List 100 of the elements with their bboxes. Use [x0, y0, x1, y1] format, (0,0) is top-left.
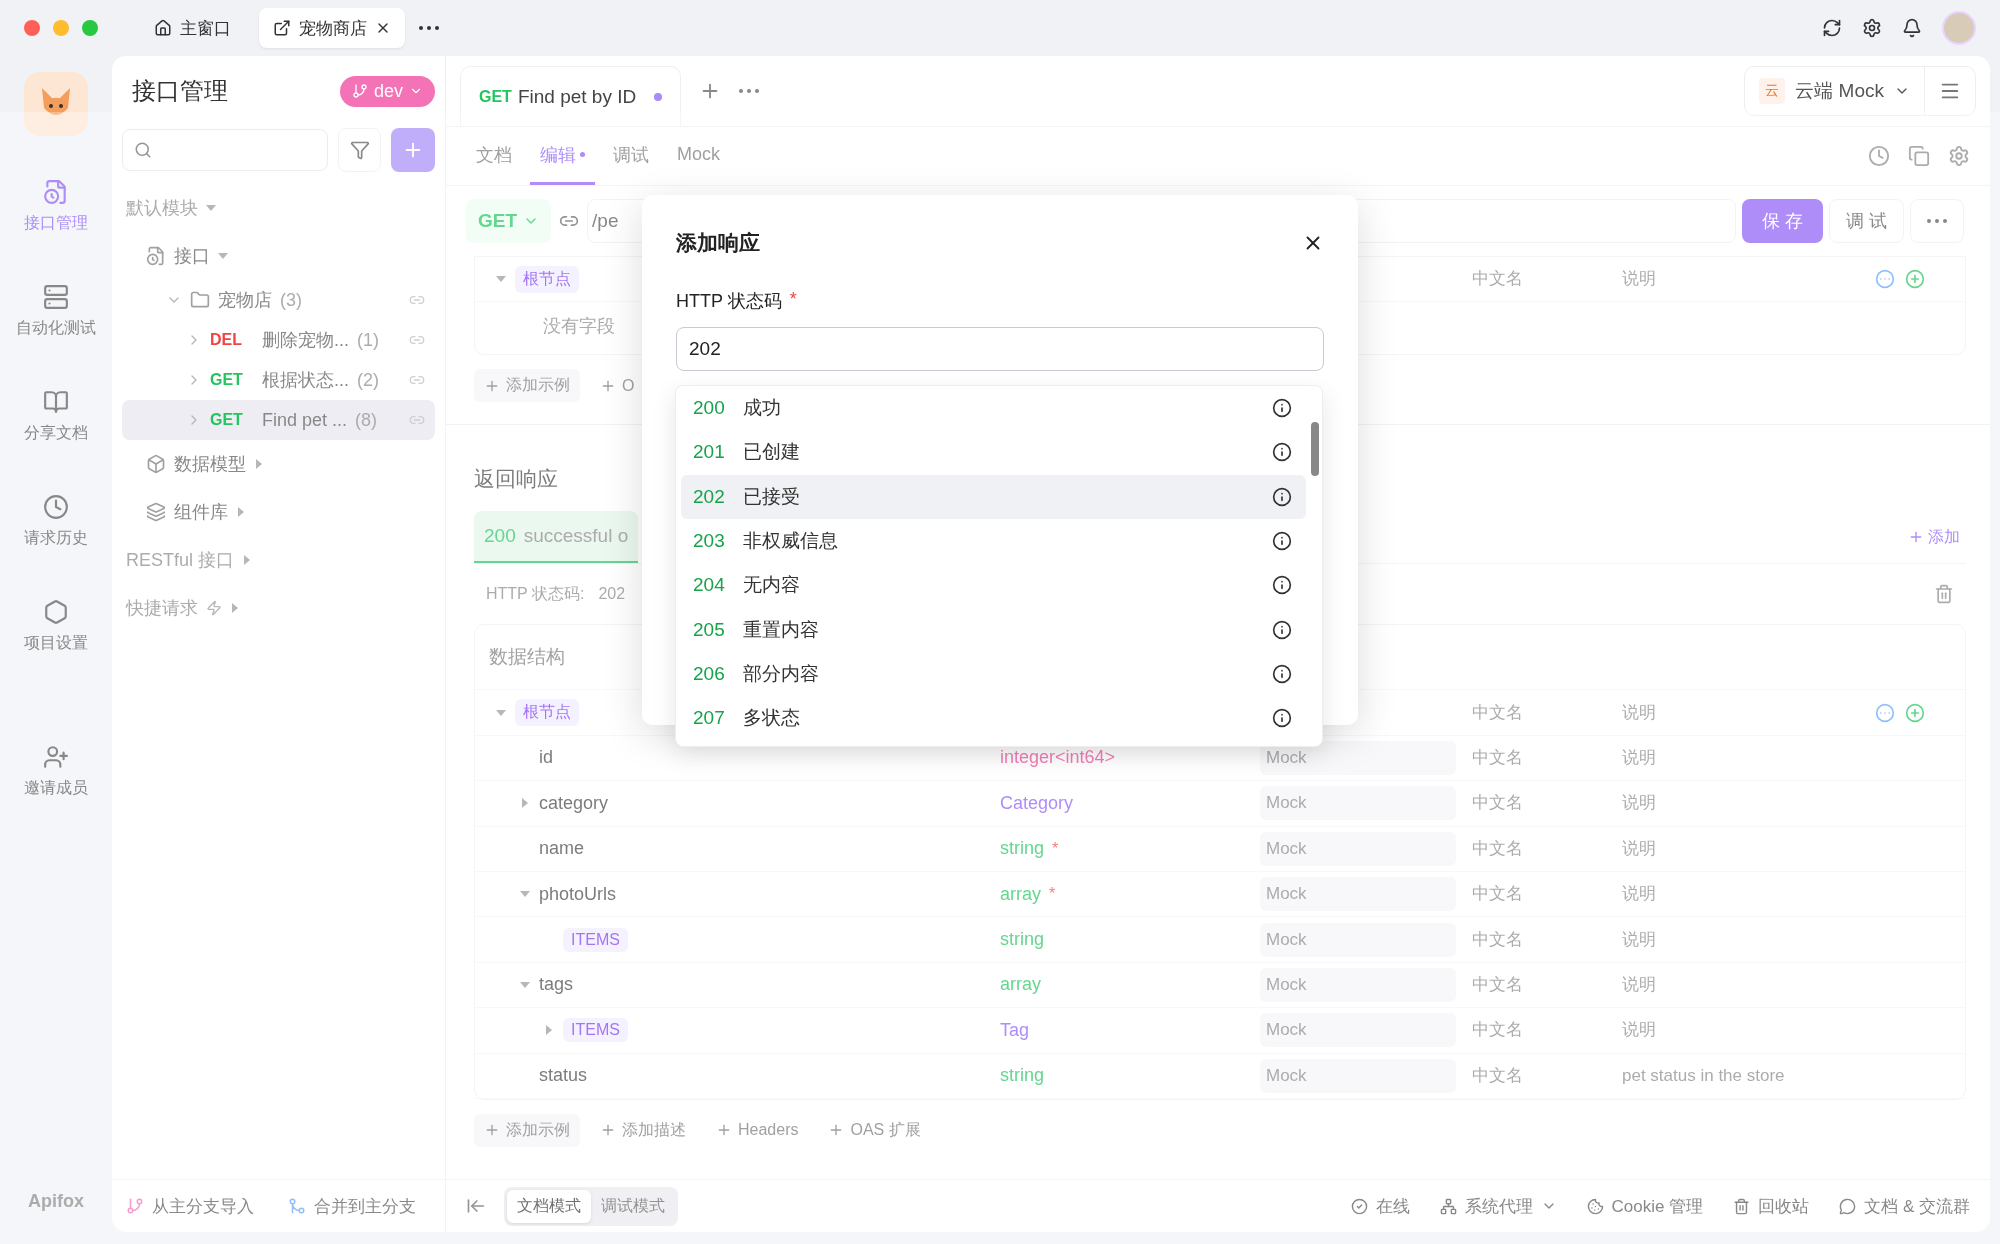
caret-icon[interactable] — [520, 891, 530, 898]
dropdown-option[interactable]: 206 部分内容 — [681, 651, 1306, 697]
rail-item[interactable]: 邀请成员 — [18, 719, 94, 824]
branch-action[interactable]: 从主分支导入 — [126, 1194, 254, 1218]
branch-action[interactable]: 合并到主分支 — [288, 1194, 416, 1218]
description-field[interactable]: 说明 — [1620, 973, 1879, 996]
info-icon[interactable] — [1272, 486, 1292, 507]
rail-item[interactable]: 自动化测试 — [10, 259, 102, 364]
more-icon[interactable] — [419, 26, 439, 30]
tab[interactable]: 文档 — [466, 127, 522, 185]
info-icon[interactable] — [1272, 531, 1292, 552]
info-icon[interactable] — [1272, 398, 1292, 419]
info-icon[interactable] — [1272, 619, 1292, 640]
tree-label[interactable]: 数据模型 — [174, 452, 246, 476]
add-icon[interactable] — [1905, 269, 1925, 290]
window-tab[interactable]: 宠物商店 — [259, 8, 405, 48]
tab[interactable]: 调试 — [603, 127, 659, 185]
debug-button[interactable]: 调 试 — [1829, 199, 1904, 243]
description-field[interactable]: 说明 — [1620, 837, 1879, 860]
info-icon[interactable] — [1272, 663, 1292, 684]
mode-toggle[interactable]: 调试模式 — [591, 1189, 675, 1223]
info-icon[interactable] — [1272, 708, 1292, 729]
branch-select[interactable]: dev — [339, 75, 435, 107]
mock-field[interactable]: Mock — [1260, 922, 1456, 957]
add-response-link[interactable]: 添加 — [1902, 525, 1966, 549]
description-field[interactable]: 说明 — [1620, 701, 1879, 724]
description-field[interactable]: 说明 — [1620, 746, 1879, 769]
mock-field[interactable]: Mock — [1260, 877, 1456, 912]
scrollbar-thumb[interactable] — [1311, 422, 1319, 476]
description-field[interactable]: 说明 — [1620, 928, 1879, 951]
caret-icon[interactable] — [218, 253, 228, 259]
dropdown-option[interactable]: 202 已接受 — [681, 474, 1306, 519]
caret-icon[interactable] — [522, 798, 528, 809]
search-field[interactable] — [122, 129, 328, 171]
tree-label[interactable]: 接口 — [174, 244, 210, 268]
caret-icon[interactable] — [546, 1025, 552, 1036]
dropdown-option[interactable]: 200 成功 — [681, 386, 1306, 431]
dropdown-option[interactable]: 207 多状态 — [681, 696, 1306, 741]
settings-icon[interactable] — [1862, 18, 1882, 38]
caret-icon[interactable] — [232, 603, 238, 613]
mock-field[interactable]: Mock — [1260, 786, 1456, 821]
caret-icon[interactable] — [520, 981, 530, 988]
rail-item[interactable]: 分享文档 — [18, 364, 94, 469]
rail-item[interactable]: 项目设置 — [18, 574, 94, 679]
bell-icon[interactable] — [1902, 18, 1922, 38]
add-action[interactable]: OAS 扩展 — [818, 1113, 931, 1147]
status-code-field[interactable]: 202 — [676, 327, 1324, 371]
save-button[interactable]: 保 存 — [1741, 199, 1823, 243]
rail-item[interactable]: 接口管理 — [18, 154, 94, 259]
refresh-icon[interactable] — [1822, 18, 1842, 38]
dropdown-option[interactable]: 203 非权威信息 — [681, 518, 1306, 564]
endpoint-item[interactable]: GET 根据状态... (2) — [122, 360, 435, 400]
collapse-icon[interactable] — [466, 1196, 486, 1216]
avatar[interactable] — [1942, 11, 1976, 45]
rail-item[interactable]: 请求历史 — [18, 469, 94, 574]
tree-label[interactable]: 组件库 — [174, 500, 228, 524]
info-icon[interactable] — [1272, 575, 1292, 596]
caret-icon[interactable] — [206, 205, 216, 211]
dropdown-option[interactable]: 201 已创建 — [681, 430, 1306, 475]
filter-button[interactable] — [337, 128, 382, 172]
info-icon[interactable] — [1272, 442, 1292, 463]
endpoint-item[interactable]: GET Find pet ... (8) — [122, 400, 435, 440]
description-field[interactable]: 说明 — [1620, 792, 1879, 815]
add-action[interactable]: 添加描述 — [590, 1113, 696, 1147]
caret-icon[interactable] — [496, 709, 506, 716]
description-field[interactable]: 说明 — [1620, 883, 1879, 906]
tab[interactable]: 编辑 — [530, 127, 595, 185]
description-field[interactable]: 说明 — [1620, 1019, 1879, 1042]
dropdown-option[interactable]: 204 无内容 — [681, 563, 1306, 608]
clock-icon[interactable] — [1868, 145, 1890, 167]
tree-label[interactable]: 宠物店 — [218, 288, 272, 312]
description-field[interactable]: 说明 — [1620, 268, 1879, 291]
mock-field[interactable]: Mock — [1260, 1058, 1456, 1093]
status-item[interactable]: 在线 — [1350, 1194, 1410, 1218]
close-window-button[interactable] — [24, 20, 40, 36]
add-button[interactable] — [391, 128, 435, 172]
caret-icon[interactable] — [244, 555, 251, 565]
tab[interactable]: Mock — [667, 127, 730, 185]
mock-field[interactable]: Mock — [1260, 967, 1456, 1002]
response-tab[interactable]: 200 successful o — [474, 511, 639, 564]
dropdown-option[interactable]: 205 重置内容 — [681, 607, 1306, 652]
add-action[interactable]: Headers — [706, 1113, 809, 1147]
endpoint-tab[interactable]: GET Find pet by ID — [460, 66, 682, 126]
status-item[interactable]: 回收站 — [1733, 1194, 1810, 1218]
copy-icon[interactable] — [1908, 145, 1930, 167]
status-item[interactable]: 系统代理 — [1439, 1194, 1557, 1218]
trash-icon[interactable] — [1934, 584, 1954, 605]
add-action[interactable]: 添加示例 — [474, 1113, 580, 1147]
mode-toggle[interactable]: 文档模式 — [507, 1189, 591, 1223]
mock-field[interactable]: Mock — [1260, 1013, 1456, 1048]
window-tab[interactable]: 主窗口 — [140, 8, 245, 48]
caret-icon[interactable] — [256, 459, 262, 469]
mock-field[interactable]: Mock — [1260, 740, 1456, 775]
more-button[interactable] — [1910, 199, 1964, 243]
zoom-window-button[interactable] — [82, 20, 98, 36]
caret-icon[interactable] — [238, 507, 244, 517]
endpoint-item[interactable]: DEL 删除宠物... (1) — [122, 320, 435, 360]
add-action[interactable]: 添加示例 — [474, 369, 580, 403]
status-item[interactable]: 文档 & 交流群 — [1839, 1194, 1970, 1218]
minimize-window-button[interactable] — [53, 20, 69, 36]
